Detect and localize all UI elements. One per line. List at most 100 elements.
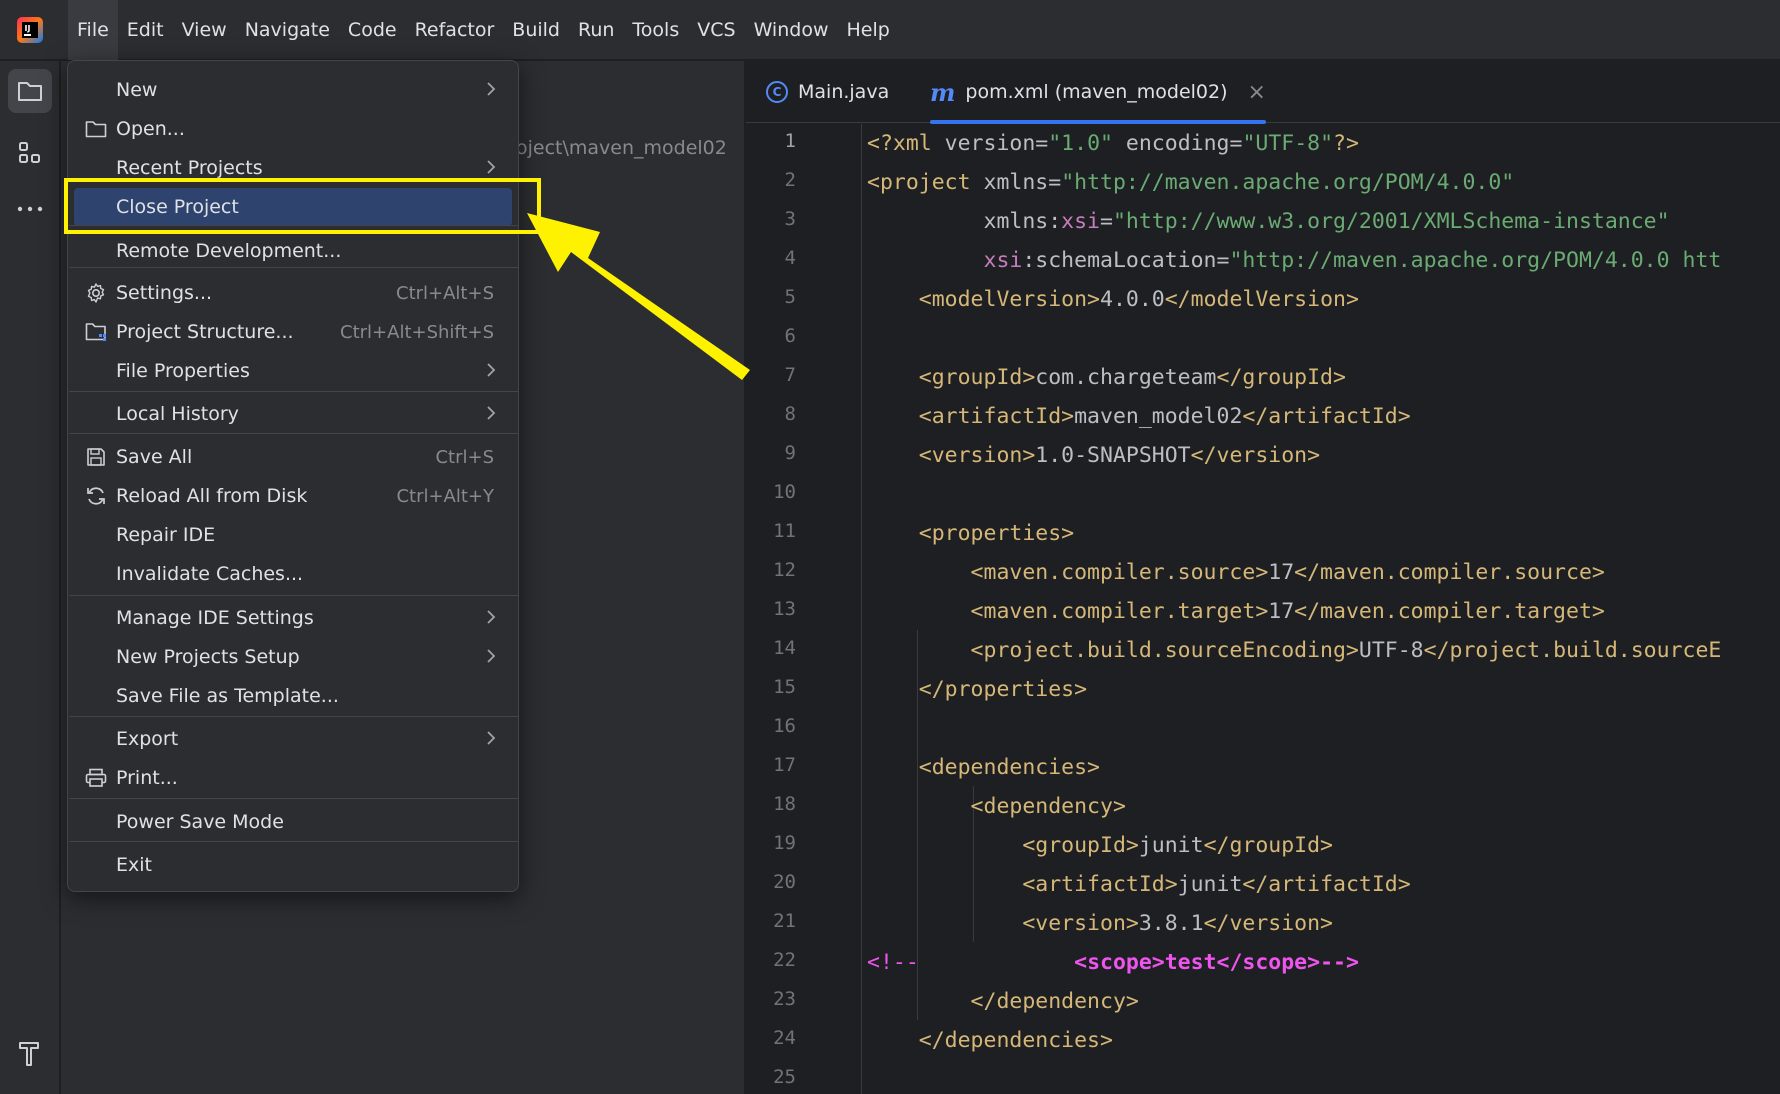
file-menu-item-invalidate-caches[interactable]: Invalidate Caches... bbox=[68, 555, 518, 593]
project-path-text[interactable]: oject\maven_model02 bbox=[516, 137, 727, 159]
line-number: 11 bbox=[773, 520, 796, 542]
code-token: <project.build.sourceEncoding> bbox=[867, 638, 1359, 663]
file-menu-item-file-properties[interactable]: File Properties bbox=[68, 352, 518, 390]
menu-separator bbox=[69, 391, 519, 392]
code-token: <version> bbox=[867, 911, 1139, 936]
menu-item-label: Local History bbox=[116, 403, 239, 425]
tab-main-java[interactable]: C Main.java bbox=[766, 61, 889, 123]
code-token: <modelVersion> bbox=[867, 287, 1100, 312]
code-token: </artifactId> bbox=[1242, 872, 1411, 897]
menu-code[interactable]: Code bbox=[339, 0, 406, 60]
project-structure-icon bbox=[84, 320, 108, 344]
line-number: 14 bbox=[773, 637, 796, 659]
structure-icon[interactable] bbox=[8, 131, 52, 175]
code-token: <scope>test</scope>--> bbox=[1074, 950, 1359, 975]
code-token: </version> bbox=[1190, 443, 1321, 468]
file-menu-item-open[interactable]: Open... bbox=[68, 110, 518, 148]
code-token: <properties> bbox=[867, 521, 1075, 546]
code-token: 4.0.0 bbox=[1100, 287, 1165, 312]
menu-item-label: Settings... bbox=[116, 282, 213, 304]
code-token: xsi bbox=[1061, 209, 1101, 234]
line-number: 7 bbox=[784, 364, 796, 386]
code-editor[interactable]: <?xml version="1.0" encoding="UTF-8"?> <… bbox=[863, 124, 1780, 1094]
file-menu-item-save-file-as-template[interactable]: Save File as Template... bbox=[68, 677, 518, 715]
menu-edit[interactable]: Edit bbox=[118, 0, 173, 60]
code-token: <groupId> bbox=[867, 833, 1139, 858]
line-number: 4 bbox=[784, 247, 796, 269]
menu-file[interactable]: File bbox=[68, 0, 118, 60]
file-menu-item-export[interactable]: Export bbox=[68, 720, 518, 758]
file-menu-item-repair-ide[interactable]: Repair IDE bbox=[68, 516, 518, 554]
more-icon[interactable] bbox=[8, 187, 52, 231]
line-number: 2 bbox=[784, 169, 796, 191]
code-line-21: <version>3.8.1</version> bbox=[867, 904, 1333, 943]
menu-item-label: Manage IDE Settings bbox=[116, 607, 314, 629]
code-token: "http://maven.apache.org/POM/4.0.0" bbox=[1061, 170, 1515, 195]
chevron-right-icon bbox=[486, 402, 496, 426]
shortcut-hint: Ctrl+Alt+S bbox=[396, 282, 494, 304]
file-menu-item-settings[interactable]: Settings... Ctrl+Alt+S bbox=[68, 274, 518, 312]
menu-window[interactable]: Window bbox=[745, 0, 838, 60]
menu-bar: IJ File Edit View Navigate Code Refactor Build… bbox=[0, 0, 1780, 60]
file-menu-item-new-projects-setup[interactable]: New Projects Setup bbox=[68, 638, 518, 676]
code-token: = bbox=[1035, 131, 1049, 156]
line-number: 25 bbox=[773, 1066, 796, 1088]
code-token: </maven.compiler.target> bbox=[1294, 599, 1605, 624]
line-number: 23 bbox=[773, 988, 796, 1010]
menu-separator bbox=[69, 433, 519, 434]
code-token: ?> bbox=[1333, 131, 1359, 156]
menu-tools[interactable]: Tools bbox=[623, 0, 688, 60]
folder-icon[interactable] bbox=[8, 69, 52, 113]
file-menu-item-reload-all-from-disk[interactable]: Reload All from Disk Ctrl+Alt+Y bbox=[68, 477, 518, 515]
shortcut-hint: Ctrl+Alt+Shift+S bbox=[340, 321, 494, 343]
file-menu-item-project-structure[interactable]: Project Structure... Ctrl+Alt+Shift+S bbox=[68, 313, 518, 351]
code-line-18: <dependency> bbox=[867, 787, 1126, 826]
close-icon[interactable]: × bbox=[1248, 80, 1266, 105]
menu-help[interactable]: Help bbox=[837, 0, 898, 60]
code-token: "1.0" bbox=[1048, 131, 1113, 156]
file-menu-item-new[interactable]: New bbox=[68, 71, 518, 109]
line-number: 18 bbox=[773, 793, 796, 815]
svg-text:IJ: IJ bbox=[25, 24, 31, 33]
file-menu-item-save-all[interactable]: Save All Ctrl+S bbox=[68, 438, 518, 476]
code-token: </dependencies> bbox=[867, 1028, 1113, 1053]
tab-label: pom.xml (maven_model02) bbox=[965, 81, 1228, 103]
code-line-8: <artifactId>maven_model02</artifactId> bbox=[867, 397, 1411, 436]
menu-item-label: Invalidate Caches... bbox=[116, 563, 304, 585]
code-line-23: </dependency> bbox=[867, 982, 1139, 1021]
code-token: :schemaLocation= bbox=[1022, 248, 1230, 273]
line-number: 16 bbox=[773, 715, 796, 737]
menu-refactor[interactable]: Refactor bbox=[406, 0, 504, 60]
code-token: <dependency> bbox=[867, 794, 1126, 819]
file-menu-item-remote-development[interactable]: Remote Development... bbox=[68, 232, 518, 270]
line-number: 1 bbox=[784, 130, 796, 152]
code-line-4: xsi:schemaLocation="http://maven.apache.… bbox=[867, 241, 1722, 280]
menu-item-label: Repair IDE bbox=[116, 524, 216, 546]
tab-pom-xml[interactable]: m pom.xml (maven_model02) × bbox=[930, 61, 1266, 124]
file-menu-item-power-save-mode[interactable]: Power Save Mode bbox=[68, 803, 518, 841]
menu-view[interactable]: View bbox=[173, 0, 236, 60]
code-token: = bbox=[1048, 170, 1062, 195]
code-token: com.chargeteam bbox=[1035, 365, 1217, 390]
menu-build[interactable]: Build bbox=[503, 0, 569, 60]
code-line-19: <groupId>junit</groupId> bbox=[867, 826, 1333, 865]
menu-separator bbox=[69, 798, 519, 799]
code-token: junit bbox=[1177, 872, 1243, 897]
menu-item-label: Save All bbox=[116, 446, 193, 468]
file-menu-item-manage-ide-settings[interactable]: Manage IDE Settings bbox=[68, 599, 518, 637]
menu-vcs[interactable]: VCS bbox=[688, 0, 744, 60]
menu-item-label: File Properties bbox=[116, 360, 250, 382]
file-menu-item-local-history[interactable]: Local History bbox=[68, 395, 518, 433]
code-line-22: <!-- <scope>test</scope>--> bbox=[867, 943, 1359, 982]
build-hammer-icon[interactable] bbox=[8, 1032, 52, 1076]
file-menu-item-exit[interactable]: Exit bbox=[68, 846, 518, 884]
menu-item-label: Exit bbox=[116, 854, 152, 876]
menu-item-label: New bbox=[116, 79, 158, 101]
menu-run[interactable]: Run bbox=[569, 0, 623, 60]
menu-navigate[interactable]: Navigate bbox=[236, 0, 339, 60]
menu-separator bbox=[69, 841, 519, 842]
file-menu-item-print[interactable]: Print... bbox=[68, 759, 518, 797]
code-token: <maven.compiler.target> bbox=[867, 599, 1269, 624]
code-token: = bbox=[1229, 131, 1243, 156]
code-line-15: </properties> bbox=[867, 670, 1087, 709]
